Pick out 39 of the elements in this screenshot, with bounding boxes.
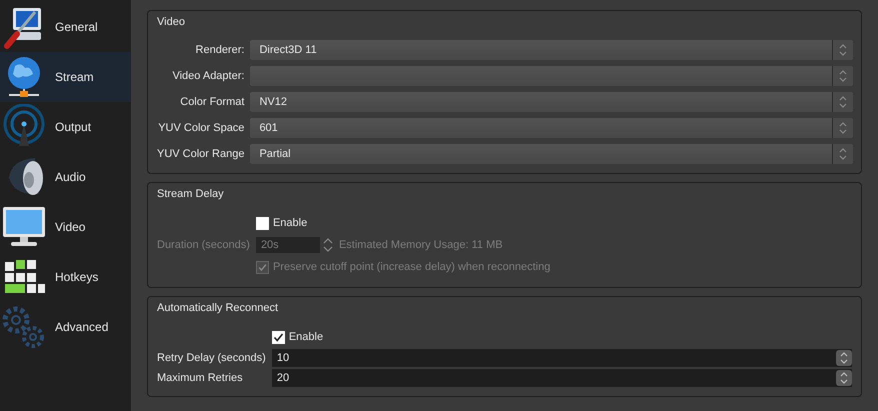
field-label: Color Format	[179, 96, 244, 108]
spin-buttons[interactable]	[836, 370, 852, 386]
field-label: YUV Color Space	[157, 122, 244, 134]
gears-icon	[1, 304, 47, 350]
dropdown[interactable]: 601	[250, 118, 853, 138]
sidebar-item[interactable]: Advanced	[0, 302, 131, 352]
dropdown[interactable]: NV12	[250, 92, 853, 112]
checkbox[interactable]	[256, 216, 269, 230]
number-spinbox[interactable]: 10	[272, 349, 852, 367]
sidebar-item[interactable]: Output	[0, 102, 131, 152]
spin-buttons[interactable]	[832, 92, 853, 112]
spin-buttons[interactable]	[832, 144, 853, 164]
field-label: Retry Delay (seconds)	[157, 352, 266, 364]
checkbox-label: Enable	[288, 331, 324, 343]
spin-buttons[interactable]	[832, 118, 853, 138]
sidebar-item[interactable]: Stream	[0, 52, 131, 102]
sidebar-item[interactable]: Hotkeys	[0, 252, 131, 302]
spin-buttons[interactable]	[832, 66, 853, 86]
group-title: Stream Delay	[157, 187, 224, 201]
checkbox-label: Preserve cutoff point (increase delay) when reconnecting	[272, 261, 550, 273]
dropdown[interactable]: Direct3D 11	[250, 40, 853, 60]
number-spinbox[interactable]: 20	[272, 369, 852, 387]
field-label: Renderer:	[194, 44, 244, 56]
field-label: Video Adapter:	[171, 70, 244, 82]
group-title: Automatically Reconnect	[157, 301, 278, 315]
checkbox-label: Enable	[272, 217, 308, 229]
field-label: YUV Color Range	[157, 148, 244, 160]
sidebar-item[interactable]: General	[0, 2, 131, 52]
spin-buttons[interactable]	[836, 350, 852, 366]
checkbox[interactable]	[272, 330, 285, 344]
field-label: Maximum Retries	[157, 372, 244, 384]
spin-arrows-icon[interactable]	[322, 237, 334, 253]
dropdown[interactable]: Partial	[250, 144, 853, 164]
sidebar-item[interactable]: Video	[0, 202, 131, 252]
memory-usage-text: Estimated Memory Usage: 11 MB	[338, 239, 503, 251]
sidebar-item[interactable]: Audio	[0, 152, 131, 202]
group-title: Video	[157, 15, 185, 29]
field-label: Duration (seconds)	[157, 239, 250, 251]
spin-buttons[interactable]	[832, 40, 853, 60]
